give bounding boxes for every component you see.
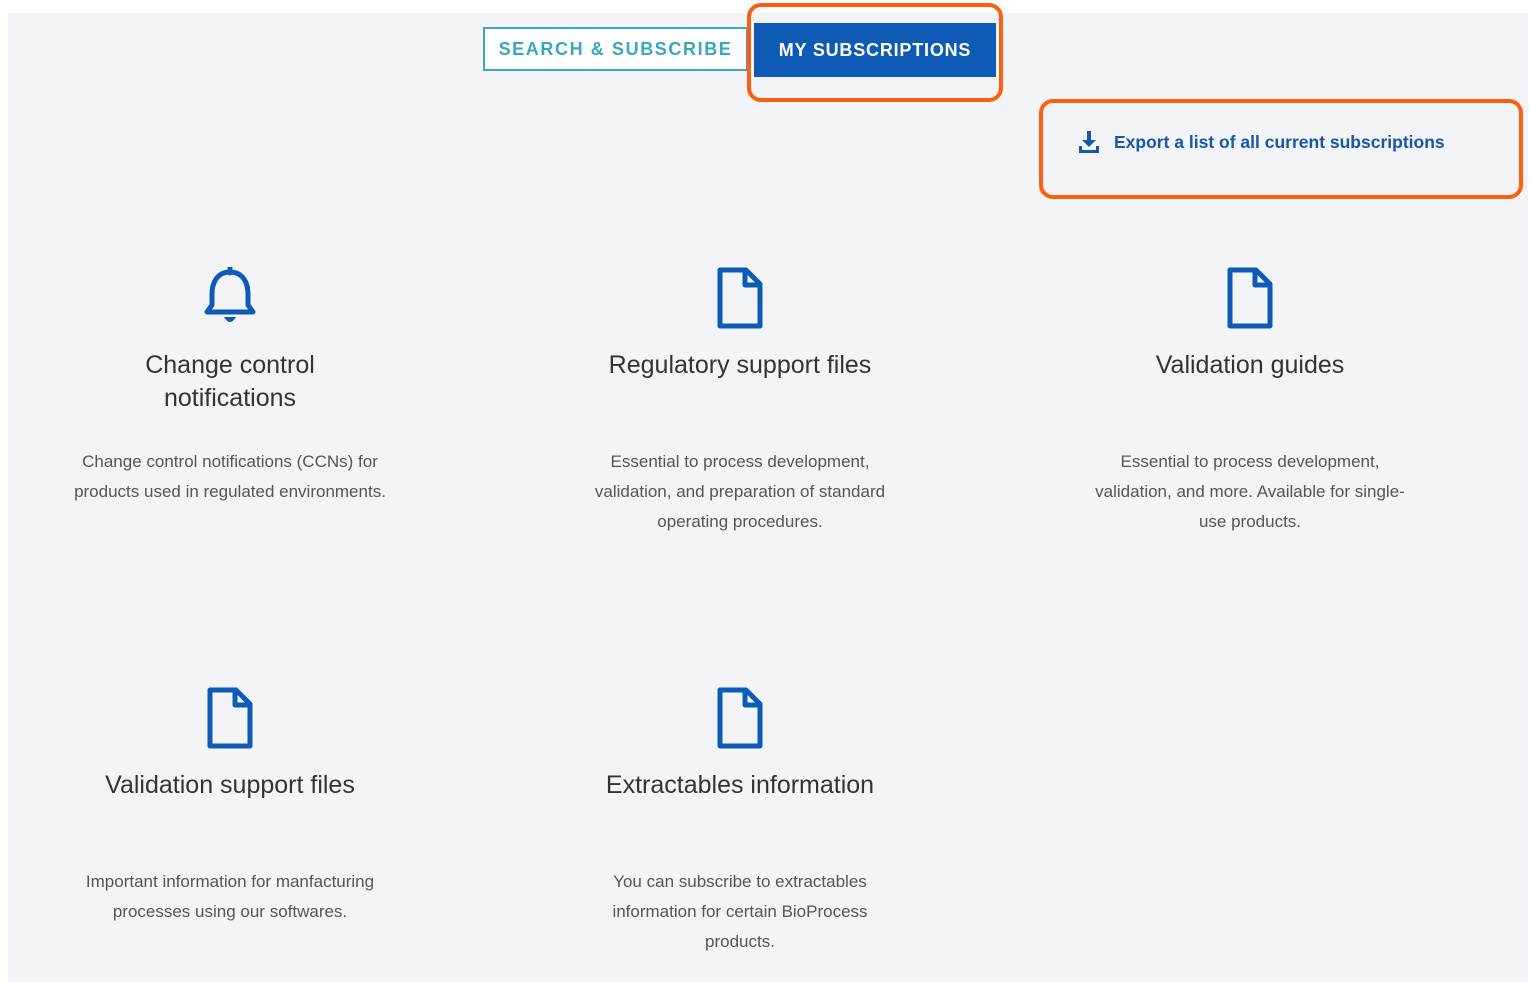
card-title-line2: notifications [163, 384, 297, 412]
card-description: Change control notifications (CCNs) for … [74, 452, 386, 501]
card-change-control-notifications[interactable]: Change control notifications Change cont… [30, 267, 430, 507]
bell-icon [204, 267, 256, 322]
tab-search-subscribe[interactable]: SEARCH & SUBSCRIBE [483, 27, 748, 71]
tab-my-subscriptions-label: MY SUBSCRIPTIONS [778, 39, 972, 60]
card-title: Validation guides [1050, 349, 1450, 415]
tab-search-subscribe-label: SEARCH & SUBSCRIBE [498, 38, 733, 59]
card-description: Essential to process development, valida… [1095, 452, 1405, 531]
card-title: Validation support files [30, 769, 430, 835]
page-canvas: SEARCH & SUBSCRIBE MY SUBSCRIPTIONS Expo… [8, 3, 1528, 982]
card-title: Regulatory support files [540, 349, 940, 415]
card-description: You can subscribe to extractables inform… [612, 872, 868, 951]
document-icon [1227, 267, 1273, 329]
download-icon [1079, 131, 1099, 153]
card-title-line1: Change control [145, 351, 315, 379]
card-title-line1: Validation guides [1155, 351, 1345, 379]
document-icon [717, 267, 763, 329]
export-subscriptions-label: Export a list of all current subscriptio… [1114, 131, 1445, 152]
card-validation-guides[interactable]: Validation guides Essential to process d… [1050, 267, 1450, 537]
card-validation-support-files[interactable]: Validation support files Important infor… [30, 687, 430, 927]
card-description: Important information for manfacturing p… [85, 872, 375, 921]
card-regulatory-support-files[interactable]: Regulatory support files Essential to pr… [540, 267, 940, 537]
card-title-line1: Validation support files [105, 771, 355, 799]
document-icon [207, 687, 253, 749]
tab-my-subscriptions[interactable]: MY SUBSCRIPTIONS [754, 23, 996, 77]
card-title: Extractables information [540, 769, 940, 835]
card-title: Change control notifications [30, 349, 430, 415]
document-icon [717, 687, 763, 749]
card-title-line1: Extractables information [605, 771, 875, 799]
card-description: Essential to process development, valida… [594, 452, 886, 531]
card-extractables-information[interactable]: Extractables information You can subscri… [540, 687, 940, 957]
export-subscriptions-link[interactable]: Export a list of all current subscriptio… [1078, 130, 1445, 154]
card-title-line1: Regulatory support files [608, 351, 872, 379]
